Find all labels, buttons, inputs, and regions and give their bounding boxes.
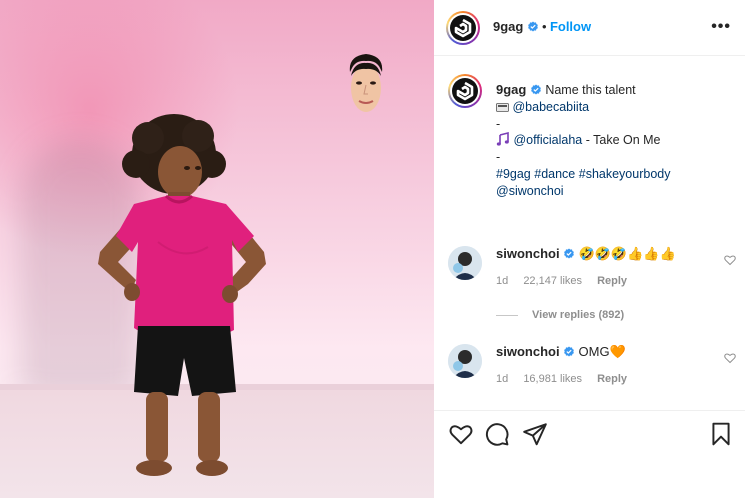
mention-babecabiita[interactable]: @babecabiita: [512, 100, 589, 114]
face-sticker: [349, 54, 383, 112]
caption-text: 9gag Name this talent @babecabiita - @of…: [496, 82, 736, 200]
comment-author[interactable]: siwonchoi: [496, 246, 560, 261]
comment-text: 🤣🤣🤣👍👍👍: [578, 246, 676, 261]
follow-button[interactable]: Follow: [550, 19, 591, 34]
music-note-icon: [496, 132, 509, 146]
comment-author[interactable]: siwonchoi: [496, 344, 560, 359]
comment-age[interactable]: 1d: [496, 275, 508, 287]
caption-avatar[interactable]: [448, 74, 482, 108]
verified-icon: [564, 248, 574, 259]
mention-officialaha[interactable]: @officialaha: [513, 133, 582, 147]
mention-siwonchoi[interactable]: @siwonchoi: [496, 184, 564, 198]
comment-text: OMG🧡: [578, 344, 626, 359]
view-replies-label: View replies (892): [532, 309, 625, 321]
separator-dot: •: [542, 19, 547, 34]
comment-meta: 1d 16,981 likes Reply: [496, 373, 639, 385]
reply-button[interactable]: Reply: [597, 275, 627, 287]
verified-icon: [564, 346, 574, 357]
song-title: - Take On Me: [582, 133, 661, 148]
comment-age[interactable]: 1d: [496, 373, 508, 385]
post-media[interactable]: [0, 0, 434, 498]
heart-icon[interactable]: [448, 421, 474, 447]
share-icon[interactable]: [522, 421, 548, 447]
more-options-icon[interactable]: •••: [711, 18, 731, 36]
reply-button[interactable]: Reply: [597, 373, 627, 385]
author-avatar[interactable]: [446, 11, 480, 45]
caption-dash: -: [496, 116, 501, 131]
comment-likes[interactable]: 22,147 likes: [523, 275, 582, 287]
replies-line: [496, 314, 518, 316]
comment-likes[interactable]: 16,981 likes: [523, 373, 582, 385]
9gag-logo-icon: [452, 78, 478, 104]
caption-dash: -: [496, 150, 501, 165]
action-bar: [434, 410, 745, 460]
9gag-logo-icon: [450, 15, 476, 41]
caption-body: Name this talent: [545, 83, 636, 97]
like-comment-heart-icon[interactable]: [724, 254, 736, 266]
hashtag-9gag[interactable]: #9gag: [496, 167, 531, 181]
verified-icon: [527, 21, 538, 32]
post-header: 9gag • Follow •••: [434, 0, 745, 56]
hashtag-dance[interactable]: #dance: [534, 167, 575, 181]
post-sidebar: 9gag • Follow ••• 9gag Name this talent …: [434, 0, 745, 498]
view-replies-button[interactable]: View replies (892): [496, 309, 624, 321]
hashtag-shakeyourbody[interactable]: #shakeyourbody: [579, 167, 671, 181]
like-comment-heart-icon[interactable]: [724, 352, 736, 364]
author-username[interactable]: 9gag: [493, 19, 523, 34]
header-text: 9gag • Follow: [493, 19, 591, 34]
commenter-avatar[interactable]: [448, 246, 482, 280]
commenter-avatar[interactable]: [448, 344, 482, 378]
bookmark-icon[interactable]: [708, 421, 734, 447]
dancer-figure: [98, 114, 266, 476]
camera-icon: [496, 102, 509, 112]
verified-icon: [530, 84, 541, 95]
comment-icon[interactable]: [484, 421, 510, 447]
comment-meta: 1d 22,147 likes Reply: [496, 275, 639, 287]
caption-author[interactable]: 9gag: [496, 82, 526, 97]
